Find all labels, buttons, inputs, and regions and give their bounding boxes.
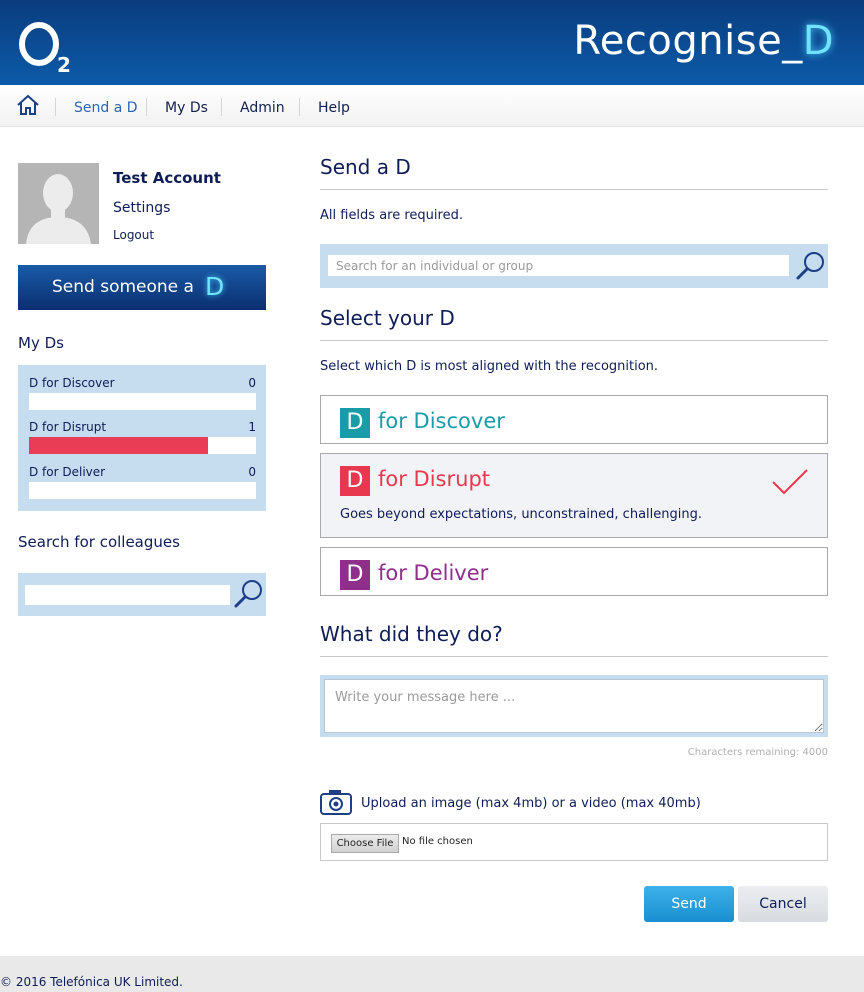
d-option-label: for Deliver [378,561,489,585]
divider [320,340,828,341]
colleague-search-box [18,573,266,616]
d-option-description: Goes beyond expectations, unconstrained,… [340,507,702,522]
nav-divider [55,98,56,116]
my-d-bar [29,393,256,410]
copyright: © 2016 Telefónica UK Limited. [0,975,183,989]
home-icon[interactable] [16,94,40,116]
file-status: No file chosen [402,836,473,847]
my-d-bar [29,482,256,499]
file-upload-box: Choose File No file chosen [320,823,828,861]
send-someone-a-d-button[interactable]: Send someone a D [18,265,266,310]
my-d-label: D for Disrupt [29,420,107,434]
nav-divider [221,98,222,116]
d-option-label: for Discover [378,409,505,433]
account-name: Test Account [113,169,221,187]
my-ds-panel: D for Discover 0 D for Disrupt 1 D for D… [18,365,266,511]
d-option-deliver[interactable]: D for Deliver [320,547,828,596]
app-title-d: D [802,18,834,64]
what-did-they-do-title: What did they do? [320,622,503,646]
divider [320,656,828,657]
select-your-d-title: Select your D [320,306,455,330]
svg-text:2: 2 [57,53,71,76]
logout-link[interactable]: Logout [113,228,154,242]
my-d-label: D for Deliver [29,465,106,479]
checkmark-icon [772,469,808,495]
o2-logo[interactable]: 2 [16,16,76,76]
recipient-search-input[interactable] [328,255,789,276]
footer: © 2016 Telefónica UK Limited. [0,956,864,992]
select-note: Select which D is most aligned with the … [320,359,659,374]
characters-remaining: Characters remaining: 4000 [687,747,828,758]
send-banner-label: Send someone a [52,277,194,297]
search-colleagues-heading: Search for colleagues [18,533,180,551]
my-d-bar [29,437,256,454]
nav-send-a-d[interactable]: Send a D [74,100,138,116]
send-button[interactable]: Send [644,886,734,922]
divider [320,189,828,190]
my-d-count: 0 [248,376,256,390]
colleague-search-input[interactable] [25,585,230,605]
my-d-count: 1 [248,420,256,434]
upload-label: Upload an image (max 4mb) or a video (ma… [361,796,701,811]
main-nav: Send a D My Ds Admin Help [0,85,864,127]
my-d-count: 0 [248,465,256,479]
choose-file-button[interactable]: Choose File [331,834,399,853]
message-textarea[interactable] [324,679,824,733]
nav-help[interactable]: Help [318,100,350,116]
nav-divider [146,98,147,116]
d-option-label: for Disrupt [378,467,491,491]
d-badge: D [340,560,370,590]
site-header: 2 Recognise_D [0,0,864,85]
d-badge: D [340,466,370,496]
avatar-silhouette-icon [18,163,99,244]
cancel-button[interactable]: Cancel [738,886,828,922]
nav-divider [299,98,300,116]
d-option-disrupt[interactable]: D for Disrupt Goes beyond expectations, … [320,453,828,538]
send-banner-d: D [205,272,225,301]
d-badge: D [340,408,370,438]
d-option-discover[interactable]: D for Discover [320,395,828,444]
settings-link[interactable]: Settings [113,200,170,216]
my-ds-heading: My Ds [18,334,64,352]
app-title: Recognise_D [573,18,834,64]
message-box [320,675,828,737]
required-note: All fields are required. [320,208,463,223]
my-d-bar-fill [29,437,209,454]
camera-icon [320,790,352,815]
recipient-search-box [320,244,828,288]
my-d-label: D for Discover [29,376,115,390]
nav-admin[interactable]: Admin [240,100,285,116]
avatar[interactable] [18,163,99,244]
nav-my-ds[interactable]: My Ds [165,100,208,116]
search-icon[interactable] [232,578,264,610]
send-a-d-title: Send a D [320,155,411,179]
app-title-text: Recognise_ [573,18,803,64]
search-icon[interactable] [794,250,826,282]
